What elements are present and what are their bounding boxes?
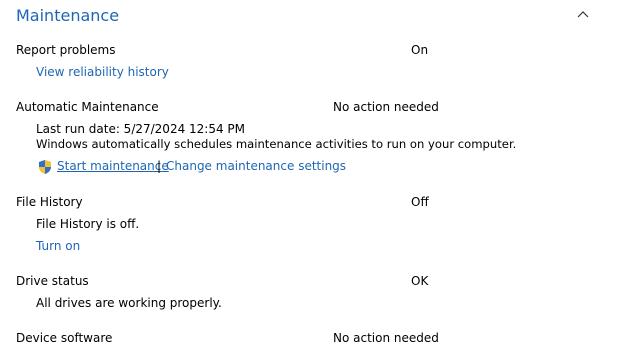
automatic-maintenance-status: No action needed xyxy=(333,100,439,114)
chevron-up-icon xyxy=(574,6,592,24)
device-software-status: No action needed xyxy=(333,331,439,345)
uac-shield-icon xyxy=(37,159,53,175)
turn-on-file-history-link[interactable]: Turn on xyxy=(36,239,80,253)
drive-status-label: Drive status xyxy=(16,274,89,288)
link-separator: | xyxy=(157,159,162,173)
last-run-date: Last run date: 5/27/2024 12:54 PM xyxy=(36,122,246,136)
file-history-description: File History is off. xyxy=(36,217,140,231)
view-reliability-history-link[interactable]: View reliability history xyxy=(36,65,169,79)
file-history-status: Off xyxy=(411,195,429,209)
maintenance-description: Windows automatically schedules maintena… xyxy=(36,137,517,151)
drive-status-description: All drives are working properly. xyxy=(36,296,222,310)
report-problems-label: Report problems xyxy=(16,43,116,57)
device-software-label: Device software xyxy=(16,331,113,345)
section-title: Maintenance xyxy=(16,6,120,25)
file-history-label: File History xyxy=(16,195,83,209)
start-maintenance-link[interactable]: Start maintenance xyxy=(57,159,169,173)
change-maintenance-settings-link[interactable]: Change maintenance settings xyxy=(166,159,346,173)
automatic-maintenance-label: Automatic Maintenance xyxy=(16,100,159,114)
drive-status-value: OK xyxy=(411,274,429,288)
collapse-section-button[interactable] xyxy=(574,6,592,24)
report-problems-status: On xyxy=(411,43,429,57)
